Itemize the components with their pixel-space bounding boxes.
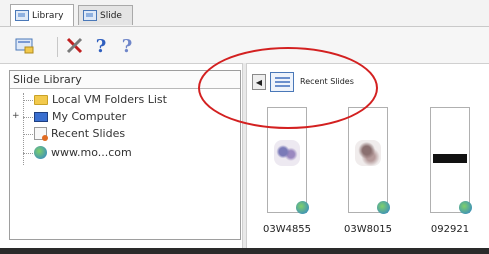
tree-item-website[interactable]: www.mo...com xyxy=(34,146,132,159)
toolbar-separator xyxy=(57,37,58,57)
highlight-ellipse xyxy=(198,47,378,129)
folder-icon xyxy=(34,94,48,105)
tree-item-label: Recent Slides xyxy=(51,127,126,140)
expand-toggle[interactable]: + xyxy=(12,111,20,121)
thumbnail-caption: 03W8015 xyxy=(343,224,393,235)
tree-item-recent-slides[interactable]: Recent Slides xyxy=(34,127,126,141)
recent-slides-icon xyxy=(34,127,48,141)
tree-item-label: Local VM Folders List xyxy=(52,93,167,106)
computer-icon xyxy=(34,111,48,122)
slide-library-title: Slide Library xyxy=(13,73,82,86)
thumbnail-caption: 03W4855 xyxy=(262,224,312,235)
tree-connector xyxy=(23,93,24,165)
slide-image xyxy=(355,140,381,166)
tab-bar: Library Slide xyxy=(0,0,489,27)
slide-icon xyxy=(83,10,97,21)
globe-badge-icon xyxy=(459,201,472,214)
tab-slide-label: Slide xyxy=(100,10,122,21)
tree-connector xyxy=(23,153,33,154)
window-bottom-border xyxy=(0,248,489,254)
tab-library[interactable]: Library xyxy=(10,4,74,26)
tree-item-label: My Computer xyxy=(52,110,127,123)
library-settings-icon[interactable] xyxy=(14,35,36,57)
slide-thumbnail[interactable] xyxy=(348,107,390,214)
tab-slide[interactable]: Slide xyxy=(78,5,133,25)
tree-connector xyxy=(23,100,33,101)
library-icon xyxy=(15,10,29,21)
globe-badge-icon xyxy=(296,201,309,214)
slide-image xyxy=(274,140,300,166)
help-icon[interactable]: ? xyxy=(90,35,112,57)
slide-image xyxy=(433,154,467,163)
tab-library-label: Library xyxy=(32,10,64,21)
globe-badge-icon xyxy=(377,201,390,214)
tree-item-local-vm-folders[interactable]: Local VM Folders List xyxy=(34,93,167,106)
thumbnail-caption: 092921 xyxy=(430,224,470,235)
tree-connector xyxy=(23,134,33,135)
slide-thumbnail[interactable] xyxy=(430,107,472,214)
tree-item-label: www.mo...com xyxy=(51,146,132,159)
tree-connector xyxy=(23,117,33,118)
globe-icon xyxy=(34,146,47,159)
tools-icon[interactable] xyxy=(64,35,86,57)
context-help-icon[interactable]: ? xyxy=(116,35,138,57)
tree-item-my-computer[interactable]: My Computer xyxy=(34,110,126,123)
